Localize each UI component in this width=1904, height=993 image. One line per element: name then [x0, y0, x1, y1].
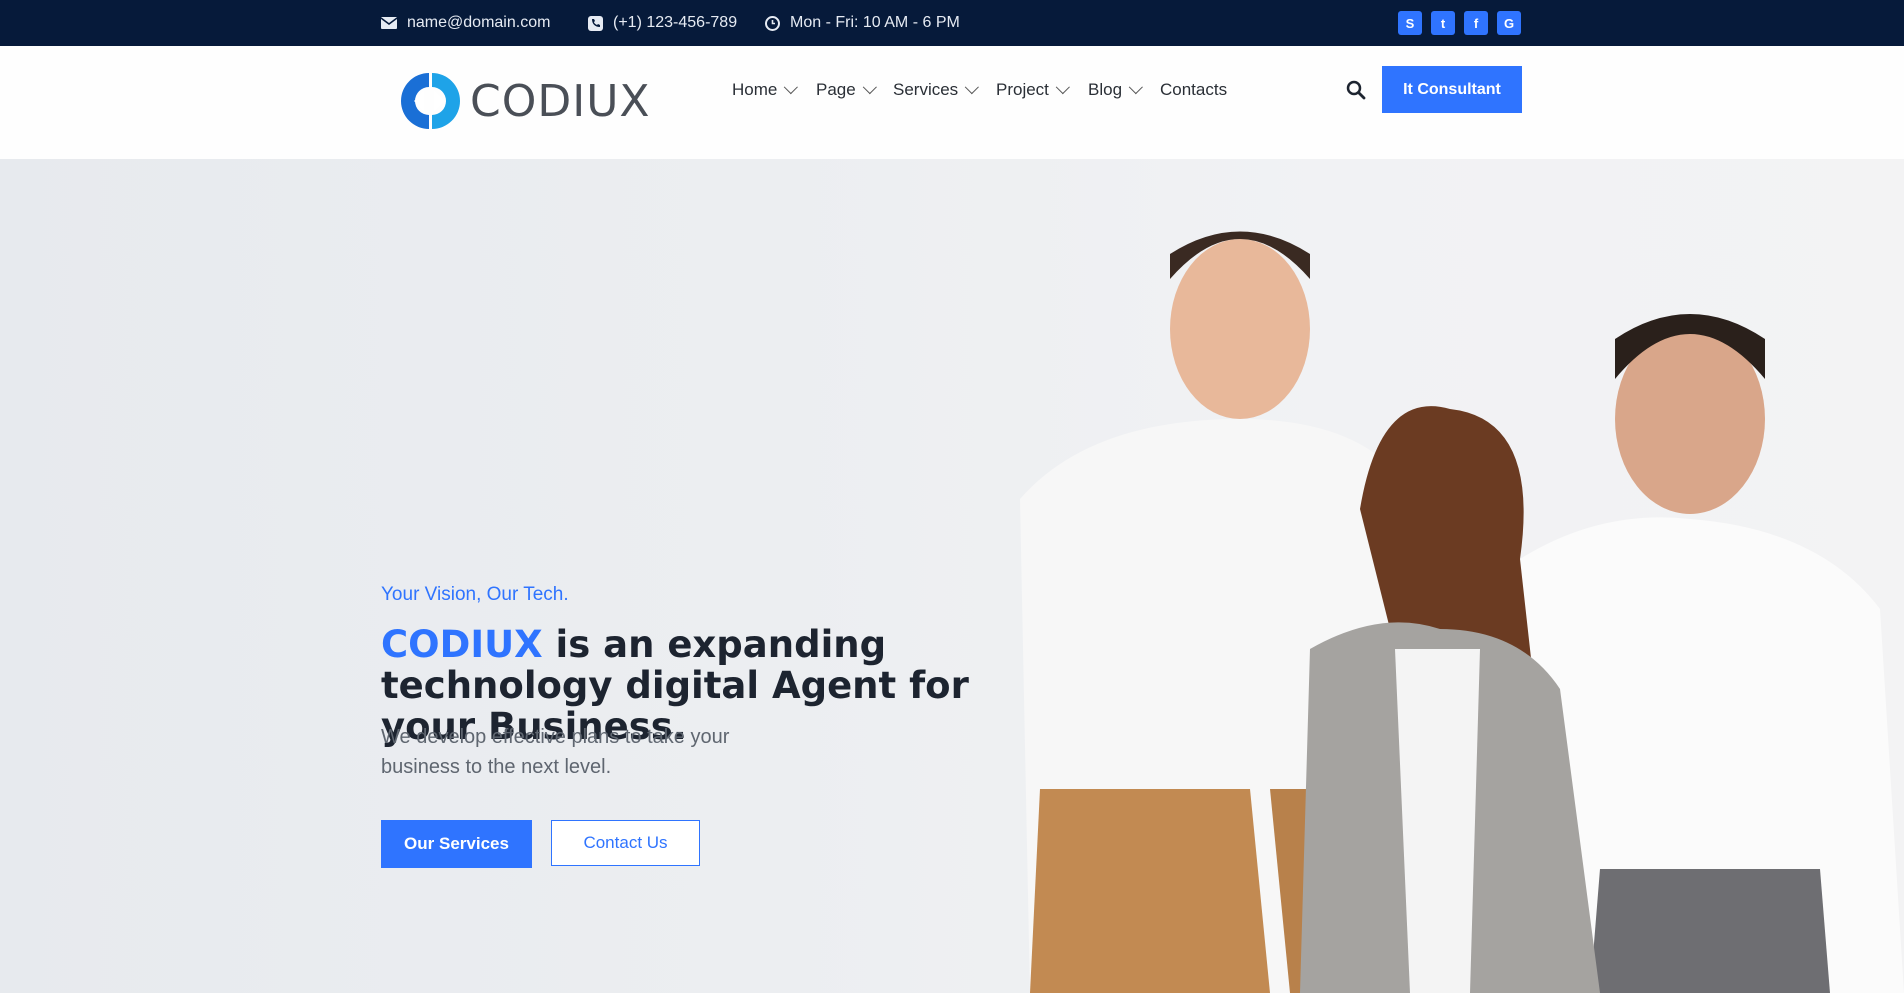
- nav-contacts-label: Contacts: [1160, 80, 1228, 99]
- hero-section: Your Vision, Our Tech. CODIUX is an expa…: [0, 159, 1904, 993]
- facebook-icon[interactable]: f: [1464, 11, 1488, 35]
- nav-services-label: Services: [893, 80, 959, 99]
- nav-page[interactable]: Page: [816, 80, 877, 100]
- nav-services[interactable]: Services: [893, 80, 980, 100]
- clock-icon: [764, 15, 780, 31]
- phone-contact[interactable]: (+1) 123-456-789: [587, 0, 737, 46]
- phone-icon: [587, 15, 603, 31]
- contact-us-button[interactable]: Contact Us: [551, 820, 700, 866]
- phone-text[interactable]: (+1) 123-456-789: [613, 14, 737, 32]
- headline-brand: CODIUX: [381, 623, 543, 666]
- chevron-down-icon: [964, 80, 980, 95]
- logo-text: CODIUX: [470, 75, 651, 127]
- nav-page-label: Page: [816, 80, 856, 99]
- nav-blog-label: Blog: [1088, 80, 1123, 99]
- nav-home-label: Home: [732, 80, 778, 99]
- hero-tagline: Your Vision, Our Tech.: [381, 584, 569, 605]
- it-consultant-button[interactable]: It Consultant: [1382, 66, 1522, 113]
- chevron-down-icon: [784, 80, 799, 95]
- nav-contacts[interactable]: Contacts: [1160, 80, 1227, 100]
- top-bar: name@domain.com (+1) 123-456-789 Mon - F…: [0, 0, 1904, 46]
- google-icon[interactable]: G: [1497, 11, 1521, 35]
- search-icon[interactable]: [1345, 79, 1367, 101]
- logo-mark-icon: [401, 73, 460, 129]
- chevron-down-icon: [862, 80, 877, 95]
- nav-home[interactable]: Home: [732, 80, 799, 100]
- nav-project[interactable]: Project: [996, 80, 1070, 100]
- envelope-icon: [381, 15, 397, 31]
- business-hours: Mon - Fri: 10 AM - 6 PM: [764, 0, 960, 46]
- email-text[interactable]: name@domain.com: [407, 14, 550, 32]
- skype-icon[interactable]: S: [1398, 11, 1422, 35]
- our-services-button[interactable]: Our Services: [381, 820, 532, 868]
- nav-project-label: Project: [996, 80, 1049, 99]
- nav-blog[interactable]: Blog: [1088, 80, 1143, 100]
- main-header: CODIUX Home Page Services Project Blog C…: [0, 46, 1904, 159]
- chevron-down-icon: [1055, 80, 1070, 95]
- twitter-icon[interactable]: t: [1431, 11, 1455, 35]
- chevron-down-icon: [1128, 80, 1143, 95]
- team-photo: [1020, 231, 1904, 993]
- hours-text: Mon - Fri: 10 AM - 6 PM: [790, 14, 960, 31]
- hero-subtext: We develop effective plans to take your …: [381, 726, 730, 778]
- site-logo[interactable]: CODIUX: [398, 70, 651, 132]
- email-contact[interactable]: name@domain.com: [381, 0, 550, 46]
